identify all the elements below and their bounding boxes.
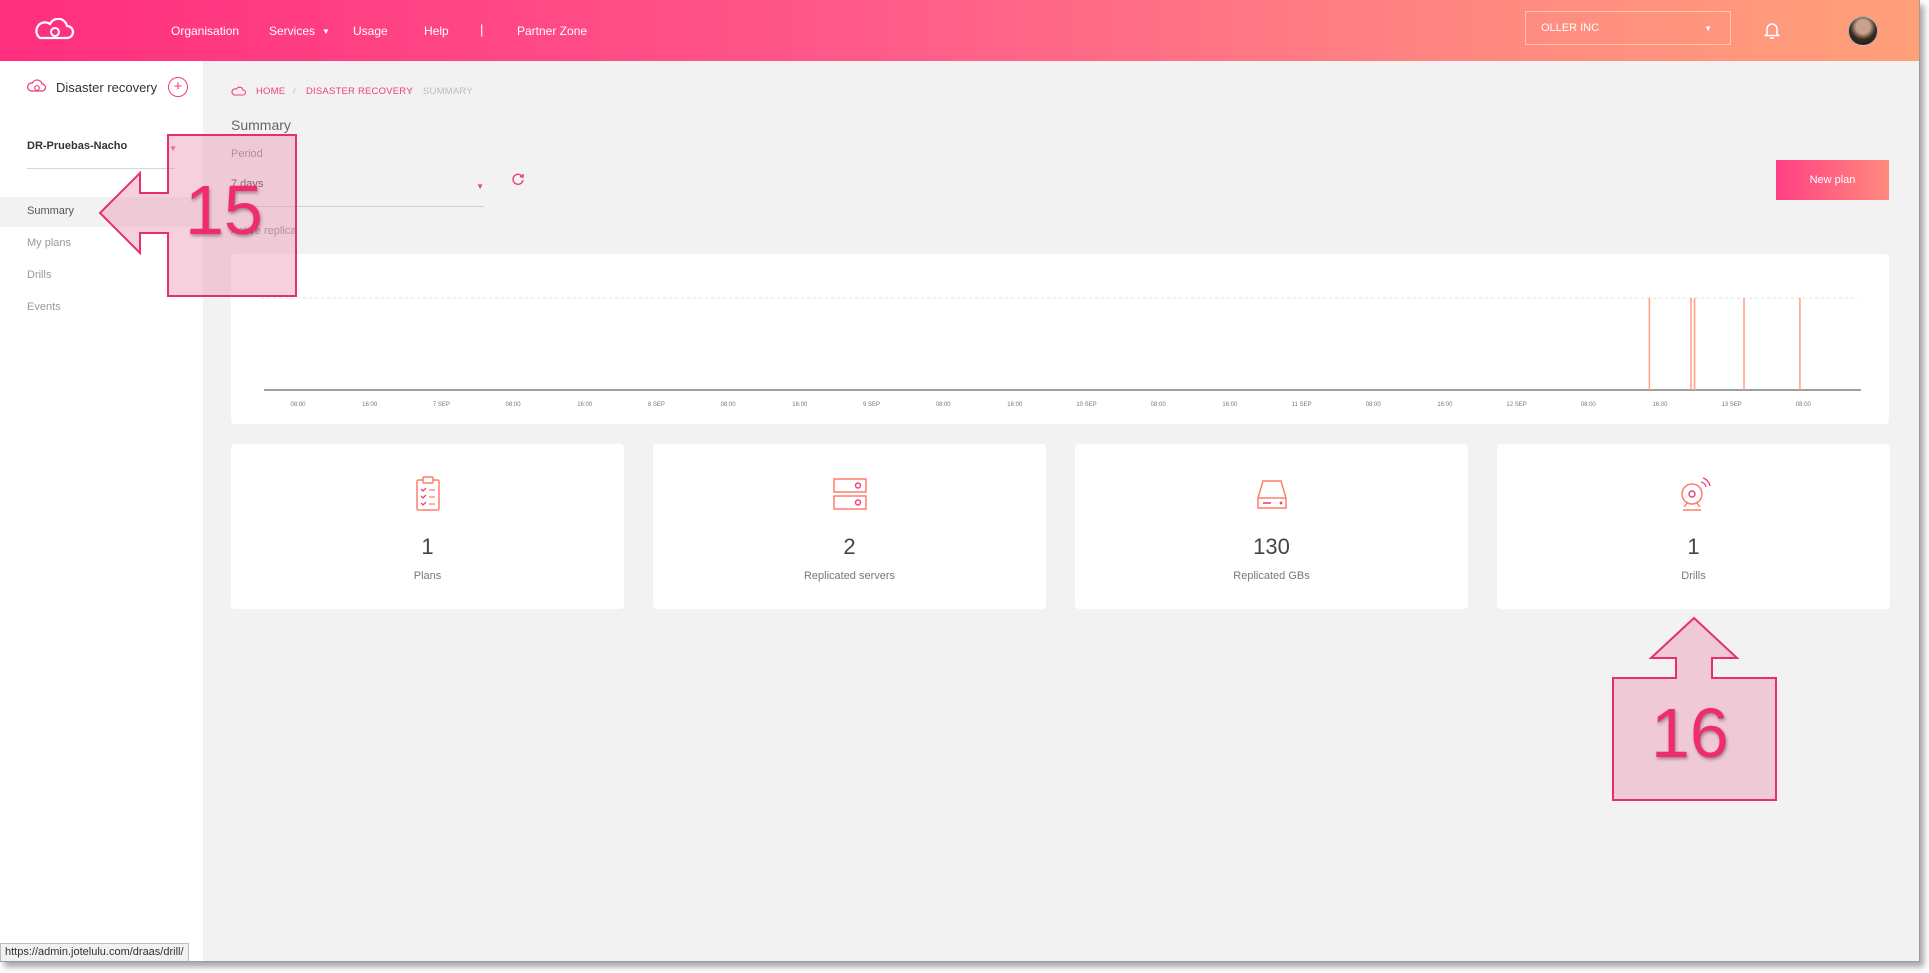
stat-value: 1	[421, 534, 434, 559]
breadcrumb-home[interactable]: HOME	[256, 86, 285, 97]
breadcrumb-disaster-recovery[interactable]: DISASTER RECOVERY	[306, 86, 413, 97]
chart-tick-label: 08:00	[1150, 402, 1166, 408]
bell-icon[interactable]	[1764, 21, 1780, 39]
stat-value: 2	[843, 534, 856, 559]
chart-tick-label: 16:00	[362, 402, 378, 408]
chart-tick-label: 11 SEP	[1291, 402, 1312, 408]
sidebar-item-label: Events	[27, 301, 61, 313]
nav-services[interactable]: Services	[269, 24, 315, 38]
callout-number: 15	[185, 171, 263, 249]
sidebar-title: Disaster recovery	[56, 80, 158, 95]
stat-value: 1	[1687, 534, 1700, 559]
new-plan-button[interactable]: New plan	[1776, 160, 1889, 200]
alarm-bell-icon	[1680, 477, 1711, 511]
page-title: Summary	[231, 117, 291, 133]
chart-tick-label: 10 SEP	[1076, 402, 1097, 408]
stat-card-drills: 1 Drills	[1497, 444, 1890, 609]
stat-label: Plans	[413, 570, 442, 582]
sidebar-item-label: Drills	[27, 269, 52, 281]
add-plan-button[interactable]: +	[168, 77, 188, 97]
chevron-down-icon: ▼	[1704, 24, 1712, 33]
organisation-select[interactable]: OLLER INC ▼	[1525, 11, 1731, 45]
stat-label: Replicated GBs	[1233, 570, 1310, 582]
stat-card-replicated-gbs: 130 Replicated GBs	[1075, 444, 1468, 609]
services-caret-icon[interactable]: ▼	[322, 27, 330, 36]
stat-card-replicated-servers: 2 Replicated servers	[653, 444, 1046, 609]
chart-tick-label: 08:00	[290, 402, 306, 408]
chart-tick-label: 16:00	[1222, 402, 1238, 408]
cloud-recovery-icon	[27, 79, 47, 92]
nav-partner-zone[interactable]: Partner Zone	[517, 24, 587, 38]
callout-number: 16	[1651, 694, 1729, 772]
hard-drive-icon	[1256, 480, 1287, 509]
organisation-select-value: OLLER INC	[1541, 22, 1600, 34]
chevron-down-icon: ▼	[476, 182, 484, 191]
stat-label: Drills	[1681, 570, 1706, 582]
breadcrumb-separator: /	[293, 86, 296, 97]
chart-tick-label: 8 SEP	[647, 402, 665, 408]
sidebar-item-label: Summary	[27, 205, 75, 217]
chart-tick-label: 08:00	[1365, 402, 1381, 408]
chart-tick-label: 16:00	[792, 402, 808, 408]
stat-label: Replicated servers	[803, 570, 896, 582]
chart-tick-label: 7 SEP	[432, 402, 450, 408]
chart-tick-label: 16:00	[1652, 402, 1668, 408]
nav-separator: |	[480, 22, 484, 37]
breadcrumb-separator: /	[410, 86, 413, 97]
user-avatar[interactable]	[1848, 16, 1878, 46]
chart-tick-label: 16:00	[1007, 402, 1023, 408]
chart-tick-label: 08:00	[720, 402, 736, 408]
home-cloud-icon[interactable]	[231, 86, 247, 96]
chart-tick-label: 08:00	[935, 402, 951, 408]
chart-tick-label: 13 SEP	[1721, 402, 1742, 408]
chart-tick-label: 08:00	[505, 402, 521, 408]
chart-tick-label: 9 SEP	[862, 402, 880, 408]
cloud-logo-icon[interactable]	[32, 18, 76, 42]
top-navbar: Organisation Services ▼ Usage Help | Par…	[0, 0, 1919, 61]
chart-tick-label: 16:00	[1437, 402, 1453, 408]
replica-chart	[261, 297, 1861, 391]
chart-tick-label: 08:00	[1580, 402, 1596, 408]
nav-help[interactable]: Help	[424, 24, 449, 38]
chart-tick-label: 16:00	[577, 402, 593, 408]
sidebar-item-label: My plans	[27, 237, 72, 249]
chart-tick-label: 12 SEP	[1506, 402, 1527, 408]
stat-value: 130	[1253, 534, 1290, 559]
refresh-icon[interactable]	[511, 172, 525, 186]
chart-tick-label: 08:00	[1795, 402, 1811, 408]
clipboard-checklist-icon	[415, 476, 440, 511]
status-bar-url: https://admin.jotelulu.com/draas/drill/	[0, 943, 189, 961]
breadcrumb-current: SUMMARY	[423, 86, 473, 97]
nav-usage[interactable]: Usage	[353, 24, 388, 38]
app-window: Organisation Services ▼ Usage Help | Par…	[0, 0, 1920, 962]
server-rack-icon	[832, 478, 867, 510]
stat-card-plans: 1 Plans	[231, 444, 624, 609]
nav-organisation[interactable]: Organisation	[171, 24, 239, 38]
